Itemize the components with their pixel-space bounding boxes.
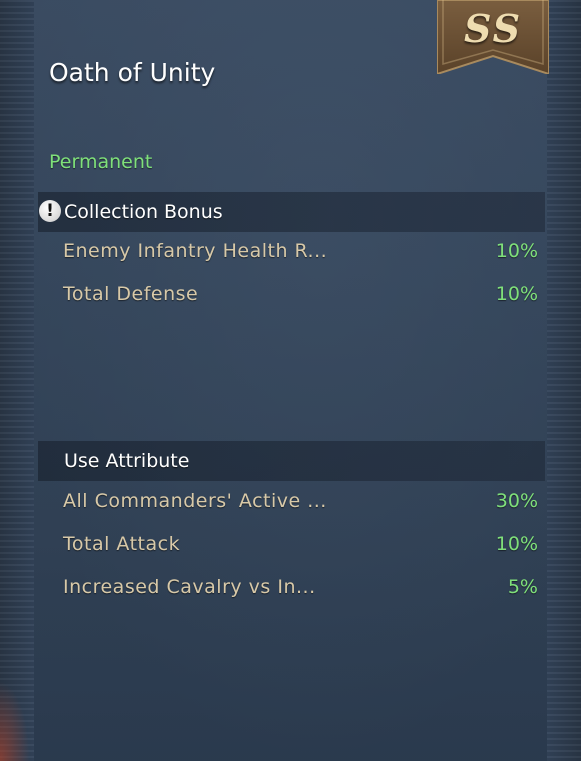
panel-border-left (0, 0, 34, 761)
use-attribute-row: Total Attack 10% (63, 530, 538, 560)
collection-bonus-row: Enemy Infantry Health R... 10% (63, 237, 538, 267)
attribute-value: 10% (495, 283, 538, 305)
attribute-label: Total Defense (63, 283, 199, 305)
attribute-label: Enemy Infantry Health R... (63, 240, 328, 262)
use-attribute-row: Increased Cavalry vs In... 5% (63, 573, 538, 603)
panel-border-right (547, 0, 581, 761)
attribute-value: 30% (495, 490, 538, 512)
attribute-label: Increased Cavalry vs In... (63, 576, 316, 598)
rank-badge: SS (437, 0, 549, 74)
ember-glow (0, 681, 30, 761)
item-tooltip-panel: SS Oath of Unity Permanent ! Collection … (0, 0, 581, 761)
attribute-label: Total Attack (63, 533, 181, 555)
use-attribute-row: All Commanders' Active ... 30% (63, 487, 538, 517)
panel-inner (34, 0, 547, 761)
duration-label: Permanent (49, 151, 153, 173)
use-attribute-header: Use Attribute (38, 441, 545, 481)
collection-bonus-title: Collection Bonus (64, 201, 223, 223)
use-attribute-title: Use Attribute (64, 450, 190, 472)
attribute-value: 10% (495, 533, 538, 555)
collection-bonus-header: ! Collection Bonus (38, 192, 545, 232)
exclamation-icon[interactable]: ! (39, 200, 61, 222)
attribute-value: 10% (495, 240, 538, 262)
rank-label: SS (463, 6, 523, 51)
item-title: Oath of Unity (49, 58, 216, 87)
attribute-value: 5% (507, 576, 538, 598)
attribute-label: All Commanders' Active ... (63, 490, 327, 512)
collection-bonus-row: Total Defense 10% (63, 280, 538, 310)
